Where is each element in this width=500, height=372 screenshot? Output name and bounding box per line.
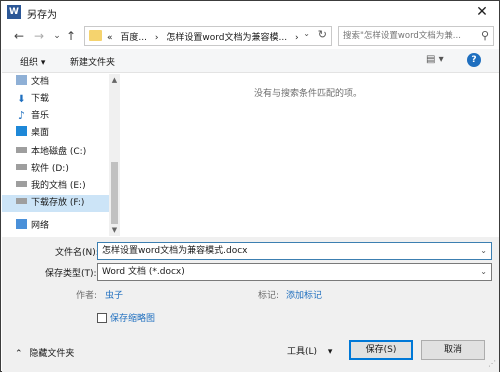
search-input[interactable]: [343, 29, 475, 43]
nav-item-label: 桌面: [31, 128, 50, 138]
author-label: 作者:: [76, 291, 98, 301]
nav-item-label: 我的文档 (E:): [31, 181, 86, 191]
refresh-icon[interactable]: ↻: [318, 28, 327, 41]
breadcrumb-item[interactable]: 怎样设置word文档为兼容模...: [166, 33, 287, 43]
nav-item-label: 网络: [31, 221, 50, 231]
breadcrumb-overflow[interactable]: «: [107, 33, 113, 43]
nav-item-downloads[interactable]: ⬇ 下载: [16, 91, 112, 108]
scroll-up-icon[interactable]: ▲: [109, 75, 120, 85]
desktop-icon: [16, 126, 27, 136]
filename-value: 怎样设置word文档为兼容模式.docx: [102, 246, 248, 256]
network-icon: [16, 219, 27, 229]
tags-label: 标记:: [258, 291, 280, 301]
chevron-down-icon[interactable]: ⌄: [480, 243, 487, 259]
tags-value[interactable]: 添加标记: [286, 288, 322, 301]
filetype-value: Word 文档 (*.docx): [102, 267, 185, 277]
chevron-down-icon[interactable]: ⌄: [480, 264, 487, 280]
filetype-select[interactable]: Word 文档 (*.docx) ⌄: [97, 263, 492, 281]
close-icon[interactable]: ✕: [473, 3, 491, 21]
save-button[interactable]: 保存(S): [349, 340, 413, 360]
breadcrumb-separator[interactable]: ›: [295, 33, 299, 43]
tools-menu-button[interactable]: 工具(L) ▾: [287, 344, 332, 357]
drive-icon: [16, 181, 27, 187]
nav-item-label: 软件 (D:): [31, 164, 69, 174]
nav-item-label: 音乐: [31, 111, 50, 121]
author-value[interactable]: 虫子: [105, 288, 123, 301]
breadcrumb-item[interactable]: 百度...: [120, 33, 147, 43]
view-options-icon[interactable]: ▤ ▾: [426, 54, 448, 68]
search-box[interactable]: ⚲: [338, 26, 494, 46]
breadcrumb[interactable]: « 百度... › 怎样设置word文档为兼容模... ›: [107, 30, 304, 43]
save-thumbnail-label[interactable]: 保存缩略图: [110, 311, 155, 324]
address-bar[interactable]: « 百度... › 怎样设置word文档为兼容模... › ⌄ ↻: [84, 26, 332, 46]
tools-dropdown-icon: ▾: [327, 347, 333, 357]
nav-item-label: 下载: [31, 94, 50, 104]
nav-item-drive-e[interactable]: 我的文档 (E:): [16, 178, 112, 195]
title-bar: W 另存为 ✕: [1, 1, 499, 23]
word-app-icon: W: [7, 5, 21, 19]
back-arrow-icon[interactable]: ←: [11, 28, 27, 44]
organize-button[interactable]: 组织 ▾: [20, 55, 45, 68]
nav-scrollbar-thumb[interactable]: [111, 162, 118, 224]
tools-label: 工具(L): [287, 347, 318, 357]
folder-icon: [89, 30, 102, 41]
navigation-pane: 文档 ⬇ 下载 ♪ 音乐 桌面 本地磁盘 (C:) 软件 (D:) 我的文档 (E:…: [2, 74, 122, 236]
search-icon[interactable]: ⚲: [481, 29, 489, 42]
scroll-down-icon[interactable]: ▼: [109, 225, 120, 235]
forward-arrow-icon[interactable]: →: [31, 28, 47, 44]
window-title: 另存为: [27, 10, 57, 21]
hide-folders-label: 隐藏文件夹: [29, 349, 75, 359]
nav-item-desktop[interactable]: 桌面: [16, 125, 112, 142]
breadcrumb-separator[interactable]: ›: [155, 33, 159, 43]
chevron-up-icon: ⌃: [15, 349, 23, 359]
save-as-dialog: W 另存为 ✕ ← → ⌄ ↑ « 百度... › 怎样设置word文档为兼容模…: [0, 0, 500, 372]
new-folder-button[interactable]: 新建文件夹: [70, 55, 115, 68]
address-dropdown-icon[interactable]: ⌄: [303, 29, 310, 38]
drive-icon: [16, 198, 27, 204]
nav-item-drive-f[interactable]: 下载存放 (F:): [2, 195, 110, 212]
save-thumbnail-checkbox[interactable]: [97, 313, 107, 323]
hide-folders-button[interactable]: ⌃ 隐藏文件夹: [15, 346, 74, 359]
filename-input[interactable]: 怎样设置word文档为兼容模式.docx ⌄: [97, 242, 492, 260]
nav-item-label: 本地磁盘 (C:): [31, 147, 87, 157]
downloads-icon: ⬇: [17, 94, 26, 105]
cancel-button[interactable]: 取消: [421, 340, 485, 360]
filename-label: 文件名(N):: [55, 248, 99, 258]
filetype-label: 保存类型(T):: [45, 269, 97, 279]
nav-item-music[interactable]: ♪ 音乐: [16, 108, 112, 125]
nav-item-documents[interactable]: 文档: [16, 74, 112, 91]
music-icon: ♪: [17, 109, 26, 122]
file-list-pane[interactable]: 没有与搜索条件匹配的项。: [122, 74, 494, 236]
empty-results-message: 没有与搜索条件匹配的项。: [253, 89, 362, 99]
up-folder-icon[interactable]: ↑: [63, 28, 79, 44]
nav-item-drive-d[interactable]: 软件 (D:): [16, 161, 112, 178]
nav-item-label: 下载存放 (F:): [31, 198, 85, 208]
drive-icon: [16, 147, 27, 153]
nav-item-label: 文档: [31, 77, 50, 87]
resize-grip-icon[interactable]: ⋰: [488, 359, 496, 368]
nav-item-drive-c[interactable]: 本地磁盘 (C:): [16, 144, 112, 161]
documents-icon: [16, 75, 27, 85]
command-bar: 组织 ▾ 新建文件夹 ▤ ▾ ?: [2, 49, 499, 73]
nav-item-network[interactable]: 网络: [16, 218, 112, 235]
drive-icon: [16, 164, 27, 170]
help-icon[interactable]: ?: [467, 53, 481, 67]
